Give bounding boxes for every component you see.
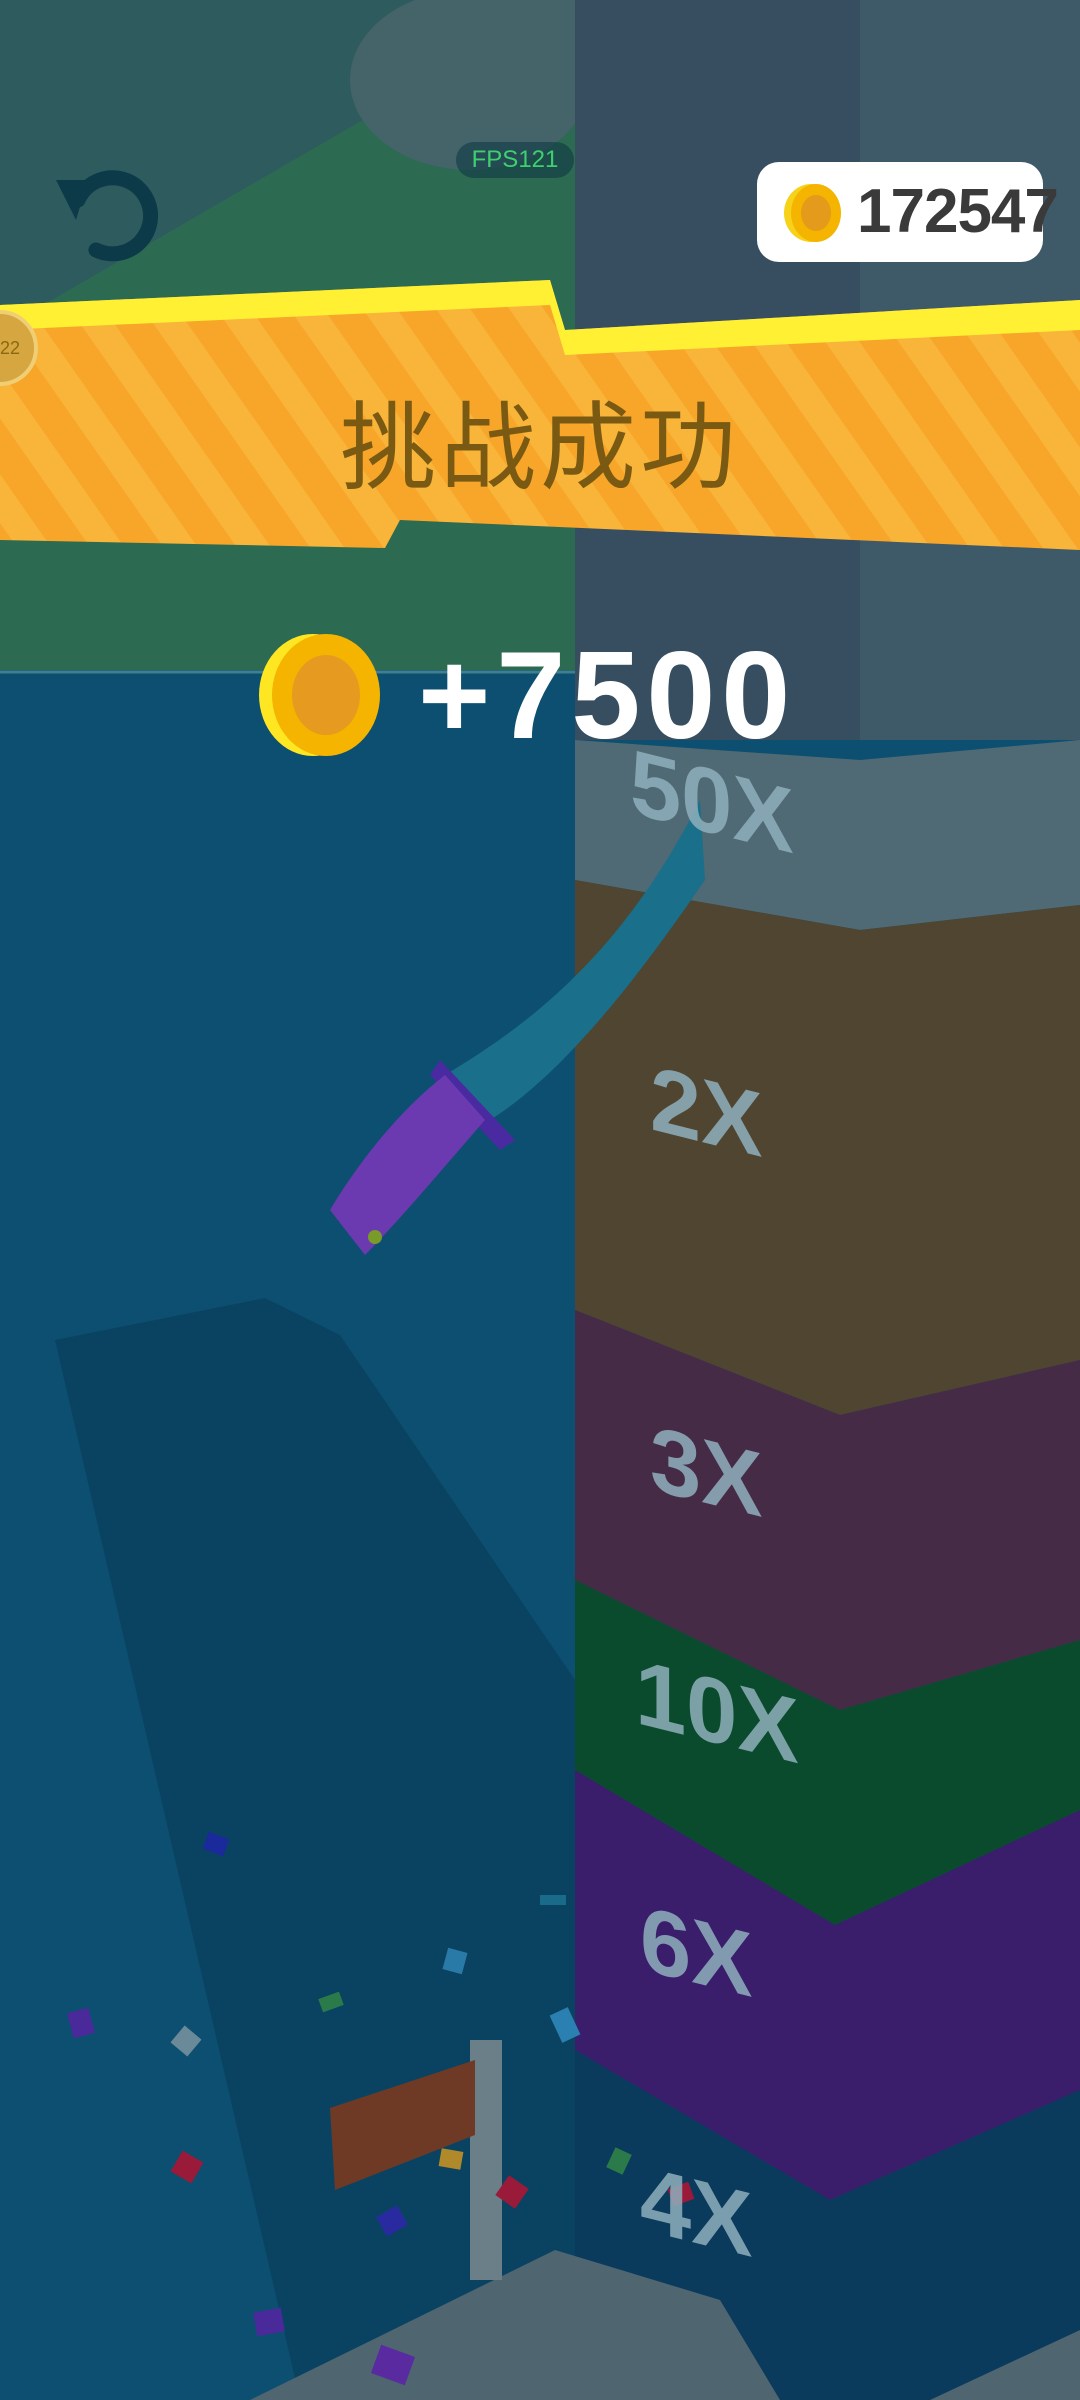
- restart-button[interactable]: [48, 150, 168, 270]
- restart-icon: [56, 170, 159, 262]
- coin-balance-value: 172547: [857, 177, 1059, 246]
- reward-coin-icon: [259, 634, 380, 756]
- reward-amount: +7500: [418, 627, 797, 765]
- coin-icon: [784, 184, 841, 242]
- game-scene: [0, 0, 1080, 2400]
- coin-balance-panel: 172547: [757, 162, 1059, 262]
- fps-counter: FPS121: [456, 142, 574, 178]
- success-title: 挑战成功: [340, 392, 740, 504]
